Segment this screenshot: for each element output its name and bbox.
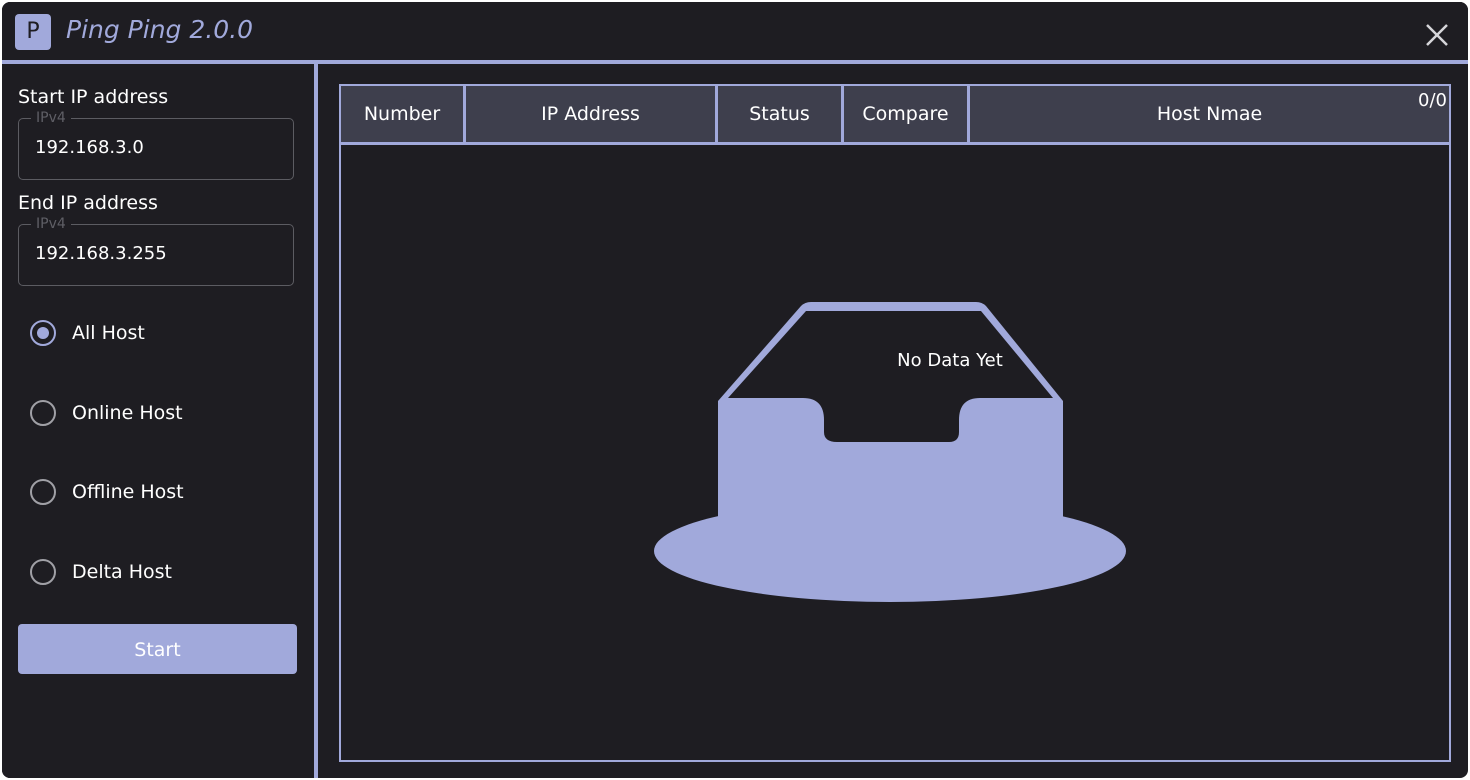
start-ip-label: Start IP address [18,86,169,108]
radio-unchecked-icon [30,559,56,585]
start-ip-legend: IPv4 [31,110,71,126]
title-bar: P Ping Ping 2.0.0 [2,2,1468,60]
empty-inbox-icon [654,302,1126,602]
column-header-number[interactable]: Number [341,86,463,142]
close-icon [1426,24,1448,46]
radio-checked-icon [30,320,56,346]
end-ip-field[interactable]: IPv4 [18,216,294,286]
app-window: P Ping Ping 2.0.0 Start IP address IPv4 … [2,2,1468,778]
filter-offline-host[interactable]: Offline Host [30,476,184,508]
filter-online-host[interactable]: Online Host [30,397,183,429]
end-ip-input[interactable] [35,243,275,264]
app-title: Ping Ping 2.0.0 [66,15,253,44]
radio-label: Offline Host [72,481,184,503]
app-logo: P [15,14,51,50]
end-ip-legend: IPv4 [31,216,71,232]
radio-label: Delta Host [72,561,172,583]
sidebar: Start IP address IPv4 End IP address IPv… [2,64,314,778]
start-ip-field[interactable]: IPv4 [18,110,294,180]
results-table: Number IP Address Status Compare Host Nm… [339,84,1451,762]
end-ip-label: End IP address [18,192,158,214]
column-header-compare[interactable]: Compare [844,86,967,142]
radio-label: All Host [72,322,145,344]
radio-label: Online Host [72,402,183,424]
filter-delta-host[interactable]: Delta Host [30,556,172,588]
radio-unchecked-icon [30,479,56,505]
radio-unchecked-icon [30,400,56,426]
column-header-host-name[interactable]: Host Nmae [970,86,1449,142]
empty-state-text: No Data Yet [897,350,1003,371]
sidebar-separator [314,64,318,778]
result-count: 0/0 [1418,90,1447,111]
filter-all-host[interactable]: All Host [30,317,145,349]
start-button[interactable]: Start [18,624,297,674]
table-header: Number IP Address Status Compare Host Nm… [341,86,1449,145]
column-header-ip-address[interactable]: IP Address [466,86,715,142]
start-ip-input[interactable] [35,137,275,158]
column-header-status[interactable]: Status [718,86,841,142]
close-button[interactable] [1416,16,1456,56]
